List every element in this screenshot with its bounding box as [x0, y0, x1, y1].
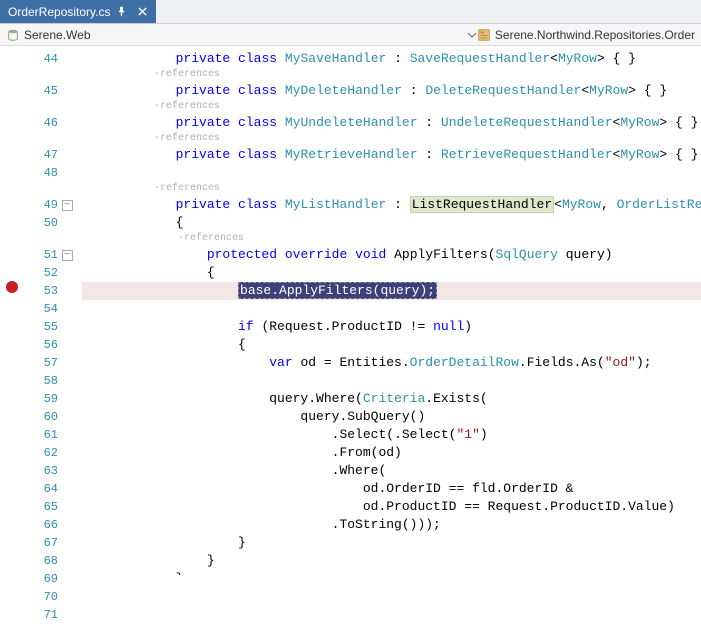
line-number: 67 — [24, 534, 58, 552]
line-number: 47 — [24, 146, 58, 164]
line-number — [24, 68, 58, 82]
codelens-references[interactable]: -references — [82, 132, 701, 146]
code-line[interactable]: base.ApplyFilters(query); — [82, 282, 701, 300]
fold-toggle-icon[interactable]: − — [62, 200, 73, 211]
code-line[interactable]: .Select(.Select("1") — [82, 426, 701, 444]
breakpoint-margin[interactable] — [0, 46, 24, 575]
code-line[interactable]: private class MyListHandler : ListReques… — [82, 196, 701, 214]
project-icon — [6, 28, 20, 42]
line-number: 65 — [24, 498, 58, 516]
code-line[interactable]: .ToString())); — [82, 516, 701, 534]
line-number: 45 — [24, 82, 58, 100]
code-line[interactable] — [82, 372, 701, 390]
line-number: 50 — [24, 214, 58, 232]
line-number: 69 — [24, 570, 58, 588]
code-line[interactable]: if (Request.ProductID != null) — [82, 318, 701, 336]
codelens-references[interactable]: -references — [82, 100, 701, 114]
codelens-references[interactable]: -references — [82, 68, 701, 82]
line-number — [24, 232, 58, 246]
code-area[interactable]: private class MySaveHandler : SaveReques… — [82, 46, 701, 575]
code-line[interactable]: { — [82, 336, 701, 354]
line-number: 59 — [24, 390, 58, 408]
line-number: 52 — [24, 264, 58, 282]
line-number-gutter: 4445464748495051525354555657585960616263… — [24, 46, 58, 575]
line-number: 55 — [24, 318, 58, 336]
line-number: 49 — [24, 196, 58, 214]
code-line[interactable] — [82, 300, 701, 318]
project-name: Serene.Web — [24, 28, 91, 42]
pin-icon[interactable] — [116, 6, 127, 17]
line-number: 57 — [24, 354, 58, 372]
code-line[interactable]: } — [82, 534, 701, 552]
line-number: 63 — [24, 462, 58, 480]
code-line[interactable]: query.SubQuery() — [82, 408, 701, 426]
line-number: 53 — [24, 282, 58, 300]
context-path-text: Serene.Northwind.Repositories.Order — [495, 28, 695, 42]
code-line[interactable]: private class MySaveHandler : SaveReques… — [82, 50, 701, 68]
selected-code: base.ApplyFilters(query); — [238, 282, 437, 299]
line-number — [24, 182, 58, 196]
line-number: 54 — [24, 300, 58, 318]
line-number: 58 — [24, 372, 58, 390]
line-number: 64 — [24, 480, 58, 498]
code-line[interactable]: od.OrderID == fld.OrderID & — [82, 480, 701, 498]
code-line[interactable]: .From(od) — [82, 444, 701, 462]
code-line[interactable] — [82, 164, 701, 182]
code-line[interactable]: private class MyRetrieveHandler : Retrie… — [82, 146, 701, 164]
line-number: 56 — [24, 336, 58, 354]
tab-title: OrderRepository.cs — [8, 5, 110, 19]
code-line[interactable]: { — [82, 264, 701, 282]
code-editor[interactable]: 4445464748495051525354555657585960616263… — [0, 46, 701, 575]
project-dropdown-icon[interactable] — [467, 30, 477, 40]
codelens-references[interactable]: -references — [82, 232, 701, 246]
line-number: 51 — [24, 246, 58, 264]
line-number: 61 — [24, 426, 58, 444]
code-line[interactable]: var od = Entities.OrderDetailRow.Fields.… — [82, 354, 701, 372]
line-number: 48 — [24, 164, 58, 182]
code-line[interactable]: od.ProductID == Request.ProductID.Value) — [82, 498, 701, 516]
code-line[interactable]: query.Where(Criteria.Exists( — [82, 390, 701, 408]
codelens-references[interactable]: -references — [82, 182, 701, 196]
context-path[interactable]: Serene.Northwind.Repositories.Order — [477, 28, 701, 42]
tab-bar: OrderRepository.cs — [0, 0, 701, 24]
context-project[interactable]: Serene.Web — [0, 28, 467, 42]
line-number: 66 — [24, 516, 58, 534]
code-line[interactable]: protected override void ApplyFilters(Sql… — [82, 246, 701, 264]
line-number — [24, 100, 58, 114]
line-number: 68 — [24, 552, 58, 570]
class-icon — [477, 28, 491, 42]
fold-gutter[interactable]: −− — [58, 46, 76, 575]
line-number: 71 — [24, 606, 58, 624]
line-number: 62 — [24, 444, 58, 462]
code-line[interactable]: } — [82, 552, 701, 570]
line-number — [24, 132, 58, 146]
code-line[interactable]: } — [82, 570, 701, 575]
code-line[interactable]: private class MyUndeleteHandler : Undele… — [82, 114, 701, 132]
context-bar: Serene.Web Serene.Northwind.Repositories… — [0, 24, 701, 46]
file-tab[interactable]: OrderRepository.cs — [0, 0, 156, 23]
code-line[interactable]: { — [82, 214, 701, 232]
fold-toggle-icon[interactable]: − — [62, 250, 73, 261]
close-icon[interactable] — [137, 6, 148, 17]
line-number: 46 — [24, 114, 58, 132]
code-line[interactable]: .Where( — [82, 462, 701, 480]
breakpoint-icon[interactable] — [6, 281, 18, 293]
line-number: 70 — [24, 588, 58, 606]
code-line[interactable]: private class MyDeleteHandler : DeleteRe… — [82, 82, 701, 100]
line-number: 60 — [24, 408, 58, 426]
line-number: 44 — [24, 50, 58, 68]
